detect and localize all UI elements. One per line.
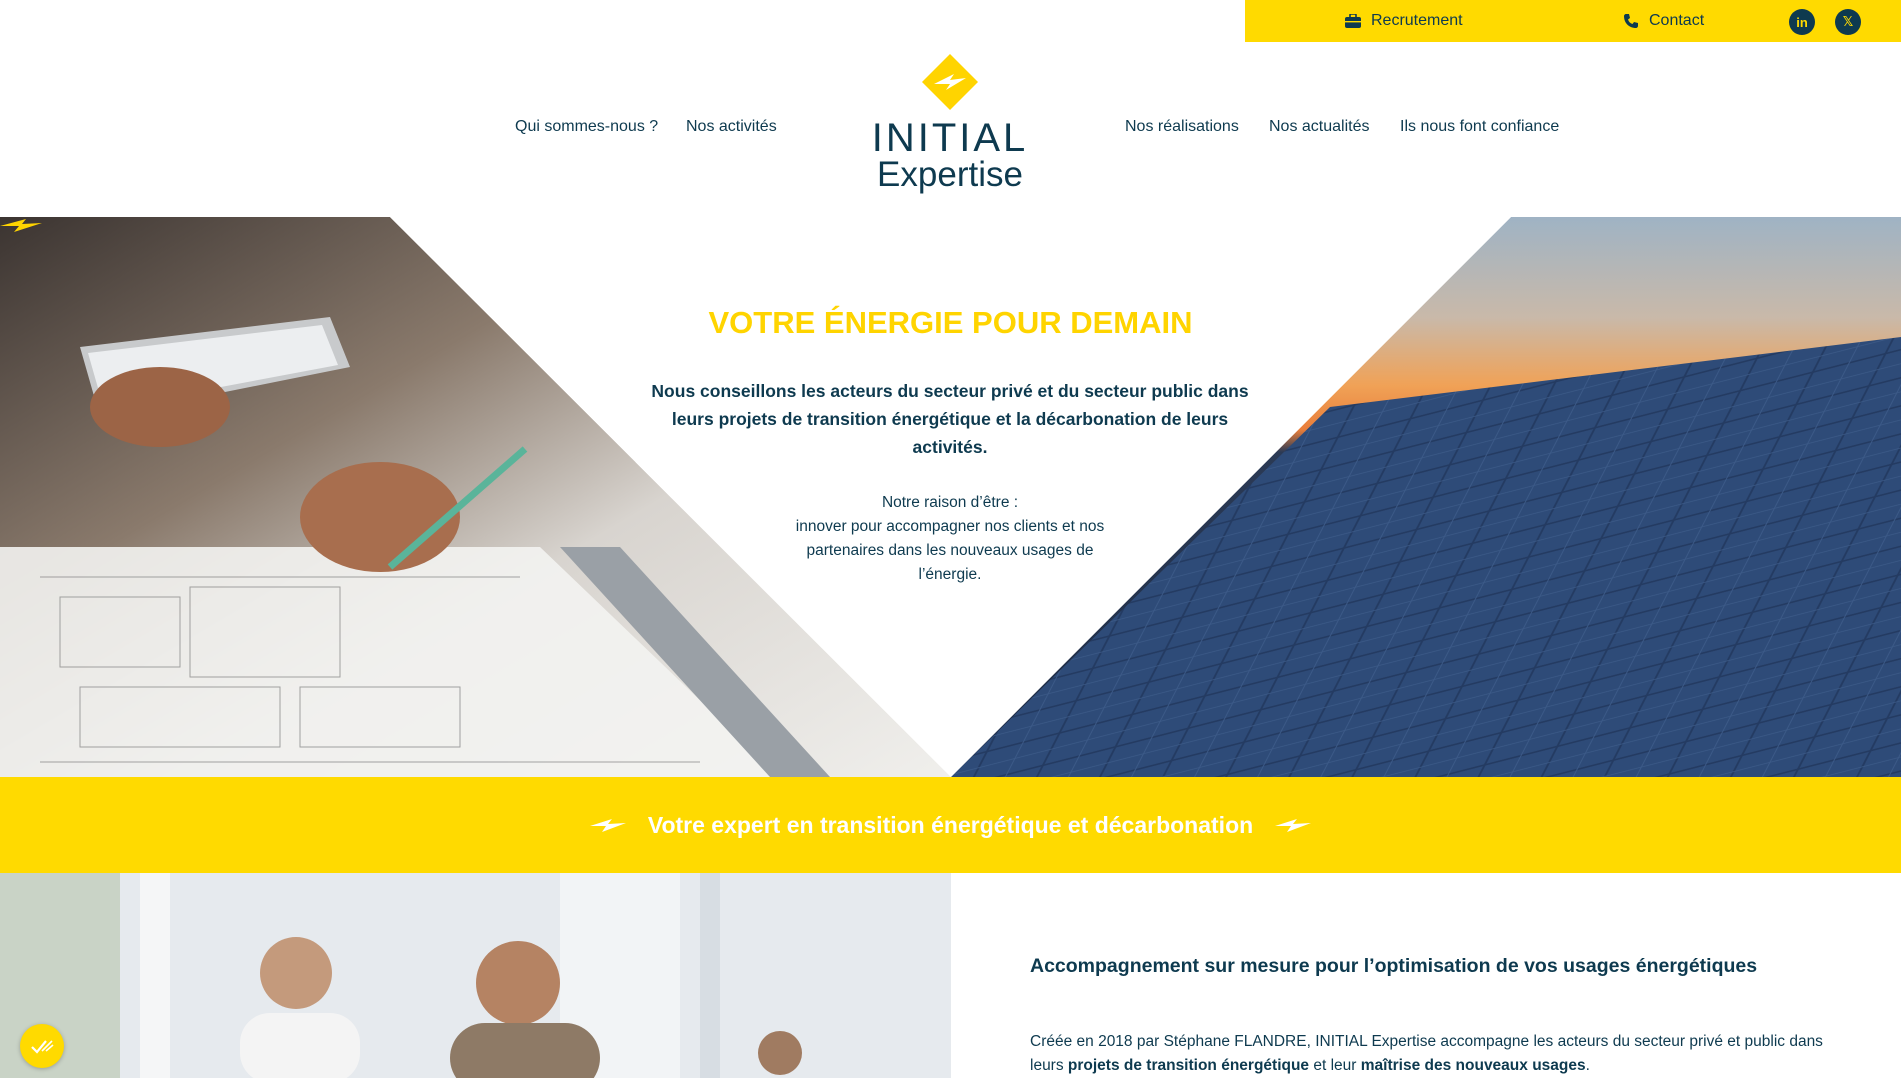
briefcase-icon [1345,14,1361,28]
recruitment-label: Recrutement [1371,12,1463,29]
contact-link[interactable]: Contact [1623,0,1704,42]
nav-qui-sommes-nous[interactable]: Qui sommes-nous ? [515,118,658,136]
cookie-check-icon [31,1040,54,1054]
x-twitter-icon[interactable]: 𝕏 [1835,9,1861,35]
hero-title: VOTRE ÉNERGIE POUR DEMAIN [708,305,1193,340]
about-title: Accompagnement sur mesure pour l’optimis… [1030,955,1758,977]
lightning-left-icon [589,819,626,832]
hero-purpose-label: Notre raison d’être : [881,494,1019,511]
contact-label: Contact [1649,12,1705,29]
lightning-right-icon [1275,819,1312,832]
linkedin-icon[interactable]: in [1789,9,1815,35]
tagline-title: Votre expert en transition énergétique e… [647,811,1254,838]
hero-lead-text: Nous conseillons les acteurs du secteur … [651,381,1249,457]
about-text-bold-1: projets de transition énergétique [1067,1057,1310,1074]
logo-line1: INITIAL [871,116,1029,160]
nav-nos-activites[interactable]: Nos activités [686,118,777,136]
hero-purpose-body: innover pour accompagner nos clients et … [795,518,1105,583]
top-utility-bar: Recrutement Contact in 𝕏 [1245,0,1901,42]
about-text-bold-2: maîtrise des nouveaux usages [1360,1057,1586,1074]
hero-purpose-text: Notre raison d’être : innover pour accom… [780,491,1120,587]
nav-ils-nous-font-confiance[interactable]: Ils nous font confiance [1400,118,1559,136]
about-text-part: . [1585,1057,1590,1074]
hero-section: VOTRE ÉNERGIE POUR DEMAIN Nous conseillo… [0,217,1901,777]
nav-nos-realisations[interactable]: Nos réalisations [1125,118,1239,136]
team-photo [0,873,951,1078]
cookie-consent-button[interactable] [20,1024,64,1068]
phone-icon [1624,14,1638,28]
recruitment-link[interactable]: Recrutement [1345,0,1463,42]
site-logo[interactable]: INITIAL Expertise [868,52,1032,208]
about-text: Créée en 2018 par Stéphane FLANDRE, INIT… [1030,1030,1830,1078]
nav-nos-actualites[interactable]: Nos actualités [1269,118,1370,136]
tagline-band: Votre expert en transition énergétique e… [0,777,1901,873]
logo-line2: Expertise [877,155,1023,194]
lightning-diamond-logo-icon [922,54,978,110]
about-text-part: et leur [1309,1057,1361,1074]
lightning-divider-icon [0,219,42,232]
